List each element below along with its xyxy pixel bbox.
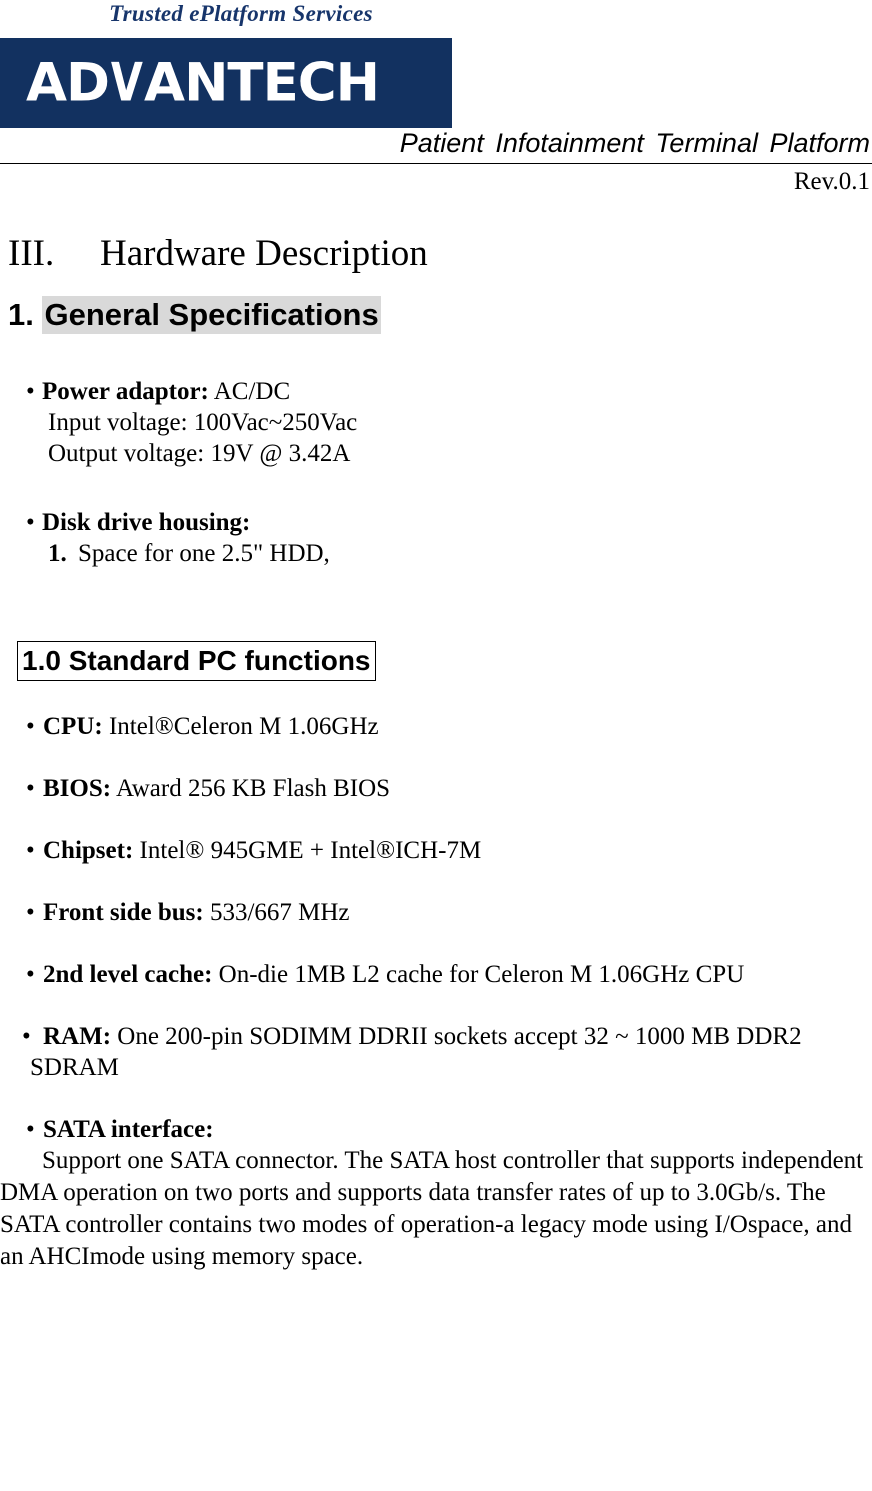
spec-disk-drive-housing: • Disk drive housing: [0, 507, 872, 538]
subsection-heading: 1. General Specifications [8, 296, 872, 334]
subsection-number: 1. [8, 297, 34, 332]
spec-label: Front side bus: [43, 899, 204, 926]
bullet-icon: • [26, 1116, 35, 1143]
bullet-icon: • [26, 713, 35, 740]
spec-label: Power adaptor: [42, 378, 209, 405]
spec-cpu: • CPU: Intel®Celeron M 1.06GHz [0, 711, 872, 742]
bullet-icon: • [22, 1023, 31, 1050]
document-header: Trusted ePlatform Services ADVANTECH Pat… [0, 0, 872, 200]
spec-value: Intel® 945GME + Intel®ICH-7M [133, 837, 482, 864]
list-number: 1. [48, 540, 67, 567]
spec-value: Intel®Celeron M 1.06GHz [102, 713, 379, 740]
company-tagline: Trusted ePlatform Services [109, 1, 373, 26]
header-divider [0, 163, 872, 164]
bullet-icon: • [26, 378, 35, 405]
spec-output-voltage: Output voltage: 19V @ 3.42A [48, 440, 351, 467]
logo-text-part-a: AD [26, 52, 110, 114]
bullet-icon: • [26, 837, 35, 864]
spec-label: SATA interface: [43, 1116, 214, 1143]
spec-hdd-space: 1. Space for one 2.5" HDD, [0, 538, 872, 569]
spec-l2-cache: • 2nd level cache: On-die 1MB L2 cache fo… [0, 959, 872, 990]
spec-label: CPU: [43, 713, 103, 740]
spec-value: On-die 1MB L2 cache for Celeron M 1.06GH… [212, 961, 745, 988]
revision-label: Rev.0.1 [793, 168, 870, 195]
logo-text-part-v: V [109, 52, 143, 114]
spec-label: RAM: [43, 1023, 112, 1050]
bullet-icon: • [26, 961, 35, 988]
spec-ram: • RAM: One 200-pin SODIMM DDRII sockets a… [0, 1021, 872, 1083]
section-numeral: III. [8, 233, 55, 274]
spec-value: 533/667 MHz [203, 899, 350, 926]
spec-label: 2nd level cache: [43, 961, 213, 988]
subsection-heading-text: General Specifications [42, 296, 381, 334]
spec-label: Disk drive housing: [42, 509, 251, 536]
spec-front-side-bus: • Front side bus: 533/667 MHz [0, 897, 872, 928]
spec-bios: • BIOS: Award 256 KB Flash BIOS [0, 773, 872, 804]
bullet-icon: • [26, 775, 35, 802]
standard-pc-specs-list: • CPU: Intel®Celeron M 1.06GHz • BIOS: Awa… [0, 711, 872, 1273]
section-heading: III. Hardware Description [8, 232, 872, 276]
advantech-wordmark: ADVANTECH [26, 52, 380, 114]
section-heading-text: Hardware Description [100, 233, 428, 274]
spec-sata-interface: • SATA interface: [0, 1114, 872, 1145]
spec-label: BIOS: [43, 775, 112, 802]
spec-chipset: • Chipset: Intel® 945GME + Intel®ICH-7M [0, 835, 872, 866]
document-body: III. Hardware Description 1. General Spec… [0, 232, 872, 1273]
spec-input-voltage: Input voltage: 100Vac~250Vac [48, 409, 358, 436]
spec-label: Chipset: [43, 837, 134, 864]
list-item-text: Space for one 2.5" HDD, [78, 540, 330, 567]
spec-value: AC/DC [208, 378, 291, 405]
spec-power-adaptor: • Power adaptor: AC/DC [0, 376, 872, 407]
spec-value: Award 256 KB Flash BIOS [111, 775, 391, 802]
bullet-icon: • [26, 899, 35, 926]
general-specs-list: • Power adaptor: AC/DC Input voltage: 100… [0, 376, 872, 569]
spec-value: One 200-pin SODIMM DDRII sockets accept … [30, 1023, 802, 1081]
standard-pc-functions-heading: 1.0 Standard PC functions [17, 641, 376, 681]
advantech-logo: ADVANTECH [0, 38, 452, 128]
bullet-icon: • [26, 509, 35, 536]
document-subtitle: Patient Infotainment Terminal Platform [399, 128, 870, 158]
logo-text-part-b: ANTECH [144, 52, 380, 114]
sata-description-paragraph: Support one SATA connector. The SATA hos… [0, 1147, 864, 1270]
